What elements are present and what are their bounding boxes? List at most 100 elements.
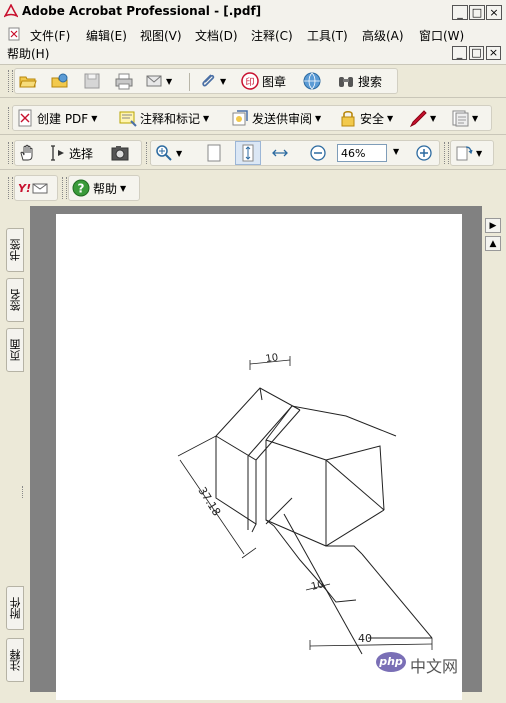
form-doc-icon — [452, 110, 469, 127]
rotate-button[interactable]: ▼ — [455, 141, 482, 165]
doc-close-button[interactable]: × — [486, 46, 501, 60]
doc-minimize-button[interactable]: _ — [452, 46, 467, 60]
tab-attachments[interactable]: 附件 — [6, 586, 24, 630]
toolbar-grip[interactable] — [8, 70, 13, 92]
attach-button[interactable]: ▼ — [199, 69, 226, 93]
menu-help[interactable]: 帮助(H) — [7, 45, 49, 62]
tab-comments[interactable]: 注释 — [6, 638, 24, 682]
send-review-label: 发送供审阅 — [252, 111, 313, 126]
hand-tool-button[interactable] — [18, 141, 36, 165]
tab-signatures[interactable]: 签名 — [6, 278, 24, 322]
web-button[interactable] — [303, 69, 321, 93]
zoom-level-input[interactable] — [337, 144, 387, 162]
binoculars-icon — [339, 77, 353, 87]
stamp-label: 图章 — [262, 74, 287, 89]
tray-icon — [146, 75, 162, 87]
save-button[interactable] — [83, 69, 101, 93]
tab-pages[interactable]: 页面 — [6, 328, 24, 372]
svg-text:?: ? — [78, 182, 85, 196]
sign-button[interactable]: ▼ — [409, 106, 436, 130]
hand-icon — [20, 144, 33, 161]
help-button[interactable]: ? 帮助 ▼ — [72, 176, 126, 200]
fit-width-button[interactable] — [271, 141, 289, 165]
comment-markup-button[interactable]: 注释和标记 ▼ — [119, 106, 209, 130]
tab-bookmarks[interactable]: 书签 — [6, 228, 24, 272]
menu-edit[interactable]: 编辑(E) — [86, 27, 127, 44]
zoom-dropdown-arrow[interactable]: ▼ — [393, 147, 399, 156]
chevron-down-icon: ▼ — [430, 113, 437, 123]
zoom-in-button[interactable] — [415, 141, 433, 165]
toolbar-separator — [189, 73, 190, 91]
toolbar-grip[interactable] — [62, 177, 67, 199]
document-area[interactable]: 10 37.18 10 40 — [30, 206, 482, 700]
tasks-toolbar-group: 创建 PDF ▼ 注释和标记 ▼ 发送供审阅 ▼ 安全 ▼ ▼ ▼ — [12, 105, 492, 131]
chevron-down-icon: ▼ — [315, 113, 322, 123]
maximize-button[interactable]: □ — [469, 5, 485, 20]
pdf-page: 10 37.18 10 40 — [56, 214, 462, 700]
toolbar-grip[interactable] — [8, 142, 13, 164]
chevron-down-icon: ▼ — [120, 183, 127, 193]
doc-restore-button[interactable]: □ — [469, 46, 484, 60]
scroll-right-arrow-icon[interactable]: ▶ — [485, 218, 501, 233]
dimension-bottom: 40 — [358, 632, 372, 645]
select-tool-button[interactable]: 选择 — [49, 141, 93, 165]
chevron-down-icon: ▼ — [472, 113, 479, 123]
globe-icon — [303, 72, 321, 90]
vertical-scrollbar[interactable]: ▶ ▲ — [482, 206, 506, 692]
menu-advanced[interactable]: 高级(A) — [362, 27, 404, 44]
dimension-bottom-small: 10 — [310, 579, 325, 593]
menu-comments[interactable]: 注释(C) — [251, 27, 293, 44]
help-label: 帮助 — [93, 181, 118, 196]
fit-width-icon — [272, 149, 288, 157]
email-button[interactable]: ▼ — [145, 69, 172, 93]
menu-window[interactable]: 窗口(W) — [419, 27, 464, 44]
basic-tools-group: 选择 — [14, 140, 142, 166]
folder-globe-icon — [51, 73, 68, 88]
tab-comments-label: 注释 — [9, 649, 22, 671]
tab-signatures-label: 签名 — [9, 289, 22, 311]
tasks-toolbar: 创建 PDF ▼ 注释和标记 ▼ 发送供审阅 ▼ 安全 ▼ ▼ ▼ — [0, 102, 506, 135]
security-label: 安全 — [360, 111, 385, 126]
select-label: 选择 — [69, 146, 94, 161]
menu-tools[interactable]: 工具(T) — [307, 27, 348, 44]
toolbar-grip[interactable] — [8, 177, 13, 199]
search-button[interactable]: 搜索 — [337, 69, 382, 93]
rotate-toolbar-group: ▼ — [450, 140, 494, 166]
security-button[interactable]: 安全 ▼ — [339, 106, 393, 130]
dimension-side: 37.18 — [195, 485, 223, 519]
menu-bar: 文件(F) 编辑(E) 视图(V) 文档(D) 注释(C) 工具(T) 高级(A… — [0, 24, 506, 65]
toolbar-grip[interactable] — [444, 142, 449, 164]
menu-document[interactable]: 文档(D) — [195, 27, 238, 44]
snapshot-button[interactable] — [111, 141, 129, 165]
send-review-button[interactable]: 发送供审阅 ▼ — [231, 106, 321, 130]
stamp-button[interactable]: 印 图章 — [241, 69, 286, 93]
scroll-up-arrow-icon[interactable]: ▲ — [485, 236, 501, 251]
close-button[interactable]: × — [486, 5, 502, 20]
print-button[interactable] — [115, 69, 133, 93]
zoom-tool-button[interactable]: ▼ — [155, 141, 182, 165]
zoom-out-button[interactable] — [309, 141, 327, 165]
chevron-down-icon: ▼ — [176, 148, 183, 158]
save-disk-icon — [84, 73, 100, 89]
actual-size-button[interactable] — [205, 141, 223, 165]
fit-page-button[interactable] — [235, 141, 261, 165]
organizer-button[interactable] — [51, 69, 69, 93]
minimize-button[interactable]: _ — [452, 5, 468, 20]
yahoo-button[interactable]: Y! — [18, 176, 48, 200]
create-pdf-icon — [18, 109, 32, 127]
yahoo-logo: Y! — [18, 181, 31, 195]
page-icon — [207, 144, 221, 162]
file-toolbar: ▼ ▼ 印 图章 搜索 — [0, 65, 506, 98]
open-button[interactable] — [19, 69, 37, 93]
zoom-in-circle-icon — [416, 145, 432, 161]
forms-button[interactable]: ▼ — [451, 106, 478, 130]
search-label: 搜索 — [358, 74, 383, 89]
file-toolbar-group: ▼ ▼ 印 图章 搜索 — [14, 68, 398, 94]
menu-file[interactable]: 文件(F) — [30, 27, 70, 44]
yahoo-toolbar-group: Y! — [14, 175, 58, 201]
menu-view[interactable]: 视图(V) — [140, 27, 182, 44]
help-toolbar-group: ? 帮助 ▼ — [68, 175, 140, 201]
pane-resize-grip[interactable] — [22, 486, 26, 498]
create-pdf-button[interactable]: 创建 PDF ▼ — [16, 106, 97, 130]
open-folder-icon — [19, 76, 37, 88]
